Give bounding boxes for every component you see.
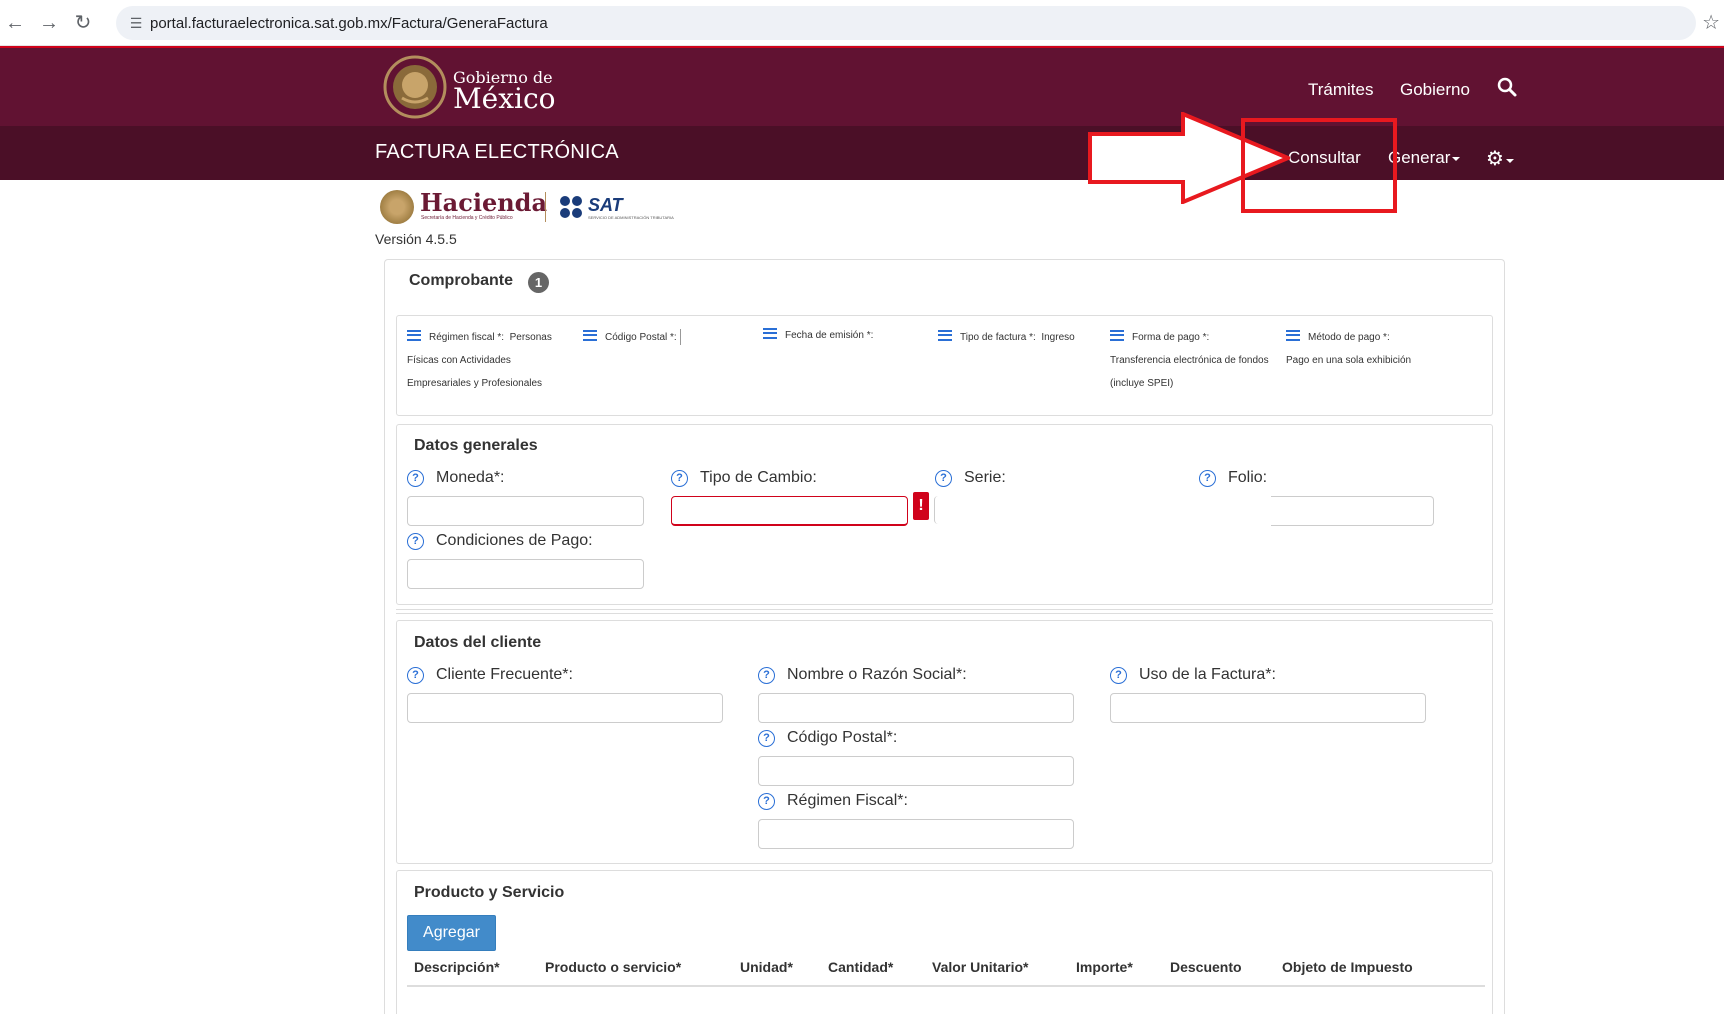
help-icon[interactable]: ?	[935, 470, 952, 487]
gob-title-line2: México	[453, 82, 556, 115]
summary-forma-pago: Forma de pago *: Transferencia electróni…	[1110, 326, 1269, 395]
hacienda-logo-text: Hacienda	[420, 188, 548, 217]
sat-logo-text: SAT	[588, 195, 623, 215]
column-header-descripcion[interactable]: Descripción*	[414, 959, 500, 975]
list-icon[interactable]	[583, 329, 597, 341]
section-divider	[396, 609, 1493, 614]
comprobante-title: Comprobante	[409, 272, 513, 289]
sat-logo-icon	[560, 196, 584, 220]
condiciones-pago-label: ? Condiciones de Pago:	[407, 532, 593, 550]
tipo-cambio-field[interactable]	[671, 496, 908, 526]
generar-label: Generar	[1388, 148, 1451, 167]
help-icon[interactable]: ?	[1199, 470, 1216, 487]
factura-nav-bar: FACTURA ELECTRÓNICA Consultar Generar ⚙	[0, 126, 1724, 180]
datos-cliente-title: Datos del cliente	[414, 634, 542, 651]
list-icon[interactable]	[1110, 329, 1124, 341]
regimen-fiscal-field[interactable]	[758, 819, 1074, 849]
sat-logo-subtext: SERVICIO DE ADMINISTRACIÓN TRIBUTARIA	[588, 215, 674, 220]
list-icon[interactable]	[763, 327, 777, 339]
generar-dropdown[interactable]: Generar	[1388, 148, 1461, 168]
codigo-postal-label: ? Código Postal*:	[758, 729, 897, 747]
version-label: Versión 4.5.5	[375, 231, 457, 247]
nombre-razon-social-field[interactable]	[758, 693, 1074, 723]
hacienda-emblem-icon	[380, 190, 414, 224]
gob-header: Gobierno de México Trámites Gobierno	[0, 46, 1724, 126]
table-header-divider	[407, 985, 1485, 987]
serie-field[interactable]	[934, 496, 938, 524]
tipo-cambio-label: ? Tipo de Cambio:	[671, 469, 817, 487]
mexico-seal-icon[interactable]	[382, 54, 448, 120]
hacienda-logo-subtext: Secretaría de Hacienda y Crédito Público	[421, 215, 513, 221]
factura-title: FACTURA ELECTRÓNICA	[375, 141, 619, 163]
column-header-unidad[interactable]: Unidad*	[740, 959, 793, 975]
moneda-label: ? Moneda*:	[407, 469, 505, 487]
column-header-objeto-impuesto[interactable]: Objeto de Impuesto	[1282, 959, 1413, 975]
column-header-cantidad[interactable]: Cantidad*	[828, 959, 893, 975]
summary-regimen: Régimen fiscal *: Personas Físicas con A…	[407, 326, 567, 395]
list-icon[interactable]	[1286, 329, 1300, 341]
help-icon[interactable]: ?	[407, 667, 424, 684]
moneda-field[interactable]	[407, 496, 644, 526]
browser-toolbar: ← → ↻ ☰ portal.facturaelectronica.sat.go…	[0, 0, 1724, 46]
step-badge: 1	[528, 272, 549, 293]
agregar-button[interactable]: Agregar	[407, 915, 496, 951]
error-indicator: !	[913, 492, 929, 520]
condiciones-pago-field[interactable]	[407, 559, 644, 589]
column-header-producto[interactable]: Producto o servicio*	[545, 959, 681, 975]
help-icon[interactable]: ?	[1110, 667, 1127, 684]
nav-gobierno[interactable]: Gobierno	[1400, 80, 1470, 100]
folio-field[interactable]	[1271, 496, 1434, 526]
caret-down-icon	[1505, 158, 1514, 163]
serie-label: ? Serie:	[935, 469, 1006, 487]
summary-codigo-postal: Código Postal *:	[583, 326, 682, 349]
hacienda-sat-logos: Hacienda Secretaría de Hacienda y Crédit…	[380, 188, 680, 224]
site-settings-icon[interactable]: ☰	[126, 13, 146, 33]
list-icon[interactable]	[938, 329, 952, 341]
comprobante-summary: Régimen fiscal *: Personas Físicas con A…	[396, 315, 1493, 416]
list-icon[interactable]	[407, 329, 421, 341]
cliente-frecuente-label: ? Cliente Frecuente*:	[407, 666, 573, 684]
uso-factura-label: ? Uso de la Factura*:	[1110, 666, 1276, 684]
annotation-highlight-box	[1241, 118, 1397, 213]
datos-generales-title: Datos generales	[414, 437, 538, 454]
help-icon[interactable]: ?	[671, 470, 688, 487]
column-header-descuento[interactable]: Descuento	[1170, 959, 1242, 975]
search-icon[interactable]	[1496, 76, 1518, 98]
help-icon[interactable]: ?	[407, 470, 424, 487]
uso-factura-field[interactable]	[1110, 693, 1426, 723]
cliente-frecuente-field[interactable]	[407, 693, 723, 723]
summary-tipo-factura: Tipo de factura *: Ingreso	[938, 326, 1075, 349]
settings-dropdown[interactable]: ⚙	[1486, 146, 1514, 171]
back-icon[interactable]: ←	[2, 10, 28, 36]
reload-icon[interactable]: ↻	[70, 10, 96, 36]
nav-tramites[interactable]: Trámites	[1308, 80, 1374, 100]
column-header-valor-unitario[interactable]: Valor Unitario*	[932, 959, 1028, 975]
address-bar[interactable]: ☰ portal.facturaelectronica.sat.gob.mx/F…	[116, 6, 1696, 40]
help-icon[interactable]: ?	[758, 667, 775, 684]
folio-label: ? Folio:	[1199, 469, 1267, 487]
logo-separator	[545, 192, 546, 222]
summary-metodo-pago: Método de pago *: Pago en una sola exhib…	[1286, 326, 1411, 372]
help-icon[interactable]: ?	[407, 533, 424, 550]
forward-icon[interactable]: →	[36, 10, 62, 36]
summary-fecha-emision: Fecha de emisión *:	[763, 324, 873, 347]
bookmark-star-icon[interactable]: ☆	[1702, 10, 1720, 35]
producto-servicio-title: Producto y Servicio	[414, 884, 565, 901]
nombre-razon-social-label: ? Nombre o Razón Social*:	[758, 666, 967, 684]
codigo-postal-field[interactable]	[758, 756, 1074, 786]
regimen-fiscal-label: ? Régimen Fiscal*:	[758, 792, 908, 810]
gear-icon: ⚙	[1486, 148, 1504, 170]
url-text[interactable]: portal.facturaelectronica.sat.gob.mx/Fac…	[150, 15, 548, 32]
column-header-importe[interactable]: Importe*	[1076, 959, 1133, 975]
help-icon[interactable]: ?	[758, 730, 775, 747]
caret-down-icon	[1452, 156, 1461, 161]
help-icon[interactable]: ?	[758, 793, 775, 810]
